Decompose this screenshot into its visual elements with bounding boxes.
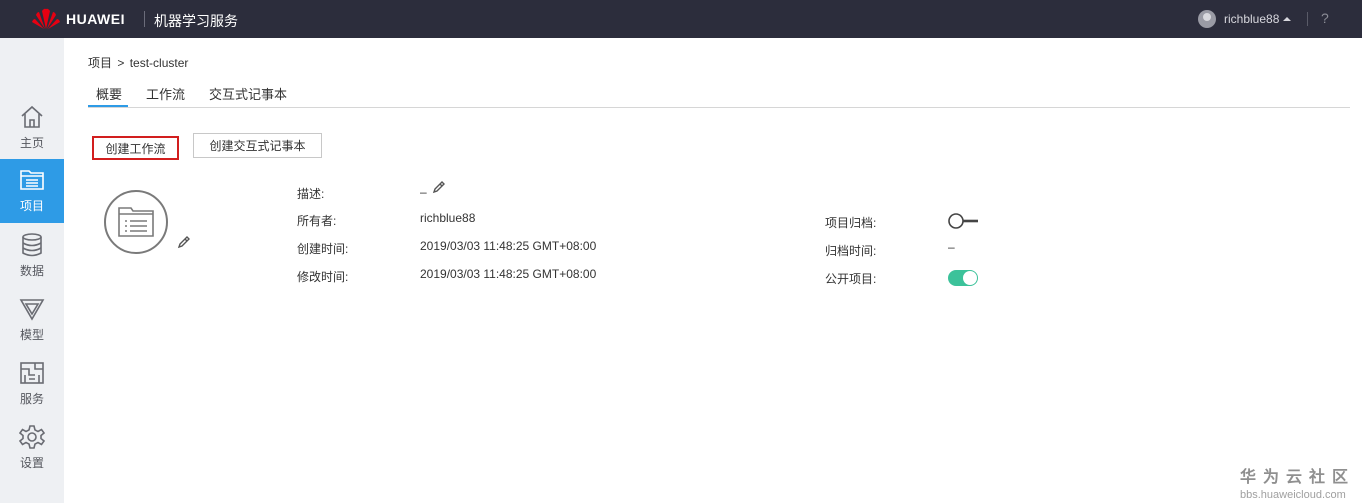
project-avatar — [104, 190, 168, 254]
project-icon — [20, 170, 44, 190]
toggle-off-icon — [948, 213, 978, 229]
watermark: 华为云社区 bbs.huaweicloud.com — [1240, 463, 1355, 501]
breadcrumb-separator: > — [117, 56, 125, 70]
tab-notebook[interactable]: 交互式记事本 — [209, 84, 287, 103]
sidebar-item-data[interactable]: 数据 — [0, 224, 64, 288]
sidebar-label-model: 模型 — [19, 328, 44, 342]
sidebar-item-model[interactable]: 模型 — [0, 288, 64, 352]
tab-overview[interactable]: 概要 — [96, 84, 122, 103]
edit-description-icon[interactable] — [432, 180, 446, 194]
folder-icon — [118, 207, 154, 237]
edit-icon[interactable] — [177, 235, 191, 249]
breadcrumb: 项目 > test-cluster — [88, 54, 188, 71]
huawei-logo[interactable]: HUAWEI — [30, 6, 125, 32]
toggle-knob — [963, 271, 977, 285]
sidebar-label-service: 服务 — [19, 392, 44, 406]
home-icon — [21, 105, 43, 128]
breadcrumb-root[interactable]: 项目 — [88, 56, 112, 70]
app-title[interactable]: 机器学习服务 — [154, 11, 238, 31]
settings-icon — [19, 425, 45, 449]
breadcrumb-current: test-cluster — [129, 56, 189, 70]
archive-toggle[interactable] — [948, 212, 980, 230]
description-label: 描述: — [297, 187, 325, 201]
user-menu[interactable]: richblue88 — [1198, 10, 1292, 28]
huawei-flower-icon — [32, 8, 60, 29]
caret-up-icon — [1283, 17, 1292, 21]
avatar — [1198, 10, 1216, 28]
active-tab-indicator — [88, 105, 128, 107]
user-divider — [1307, 12, 1308, 26]
sidebar-item-home[interactable]: 主页 — [0, 96, 64, 160]
sidebar-label-project: 项目 — [19, 199, 44, 213]
tab-workflow[interactable]: 工作流 — [146, 84, 185, 103]
service-icon — [20, 362, 44, 384]
sidebar-item-project[interactable]: 项目 — [0, 159, 64, 223]
archive-time-label: 归档时间: — [825, 244, 877, 258]
sidebar-label-home: 主页 — [19, 136, 44, 150]
modified-label: 修改时间: — [297, 270, 349, 284]
database-icon — [22, 233, 42, 257]
sidebar-item-service[interactable]: 服务 — [0, 352, 64, 416]
title-divider — [144, 11, 145, 27]
owner-value: richblue88 — [420, 211, 476, 225]
sidebar: 主页 项目 数据 模型 服务 设置 — [0, 38, 64, 503]
watermark-url: bbs.huaweicloud.com — [1240, 489, 1346, 501]
owner-label: 所有者: — [297, 214, 337, 228]
created-value: 2019/03/03 11:48:25 GMT+08:00 — [420, 239, 597, 253]
brand-name: HUAWEI — [66, 11, 125, 27]
model-icon — [19, 299, 45, 321]
tab-bar: 概要 工作流 交互式记事本 — [88, 80, 1350, 108]
modified-value: 2019/03/03 11:48:25 GMT+08:00 — [420, 267, 597, 281]
archive-time-value: – — [948, 240, 955, 254]
create-notebook-button[interactable]: 创建交互式记事本 — [193, 133, 322, 158]
archive-label: 项目归档: — [825, 216, 877, 230]
watermark-title: 华为云社区 — [1240, 469, 1356, 486]
username: richblue88 — [1224, 12, 1280, 26]
public-label: 公开项目: — [825, 272, 877, 286]
public-toggle[interactable] — [948, 270, 978, 286]
created-label: 创建时间: — [297, 242, 349, 256]
sidebar-label-data: 数据 — [19, 264, 44, 278]
sidebar-label-settings: 设置 — [19, 456, 44, 470]
top-bar: HUAWEI 机器学习服务 richblue88 ? — [0, 0, 1362, 38]
description-value: – — [420, 185, 427, 199]
help-icon[interactable]: ? — [1321, 10, 1329, 26]
create-workflow-button[interactable]: 创建工作流 — [92, 136, 179, 160]
sidebar-item-settings[interactable]: 设置 — [0, 416, 64, 480]
